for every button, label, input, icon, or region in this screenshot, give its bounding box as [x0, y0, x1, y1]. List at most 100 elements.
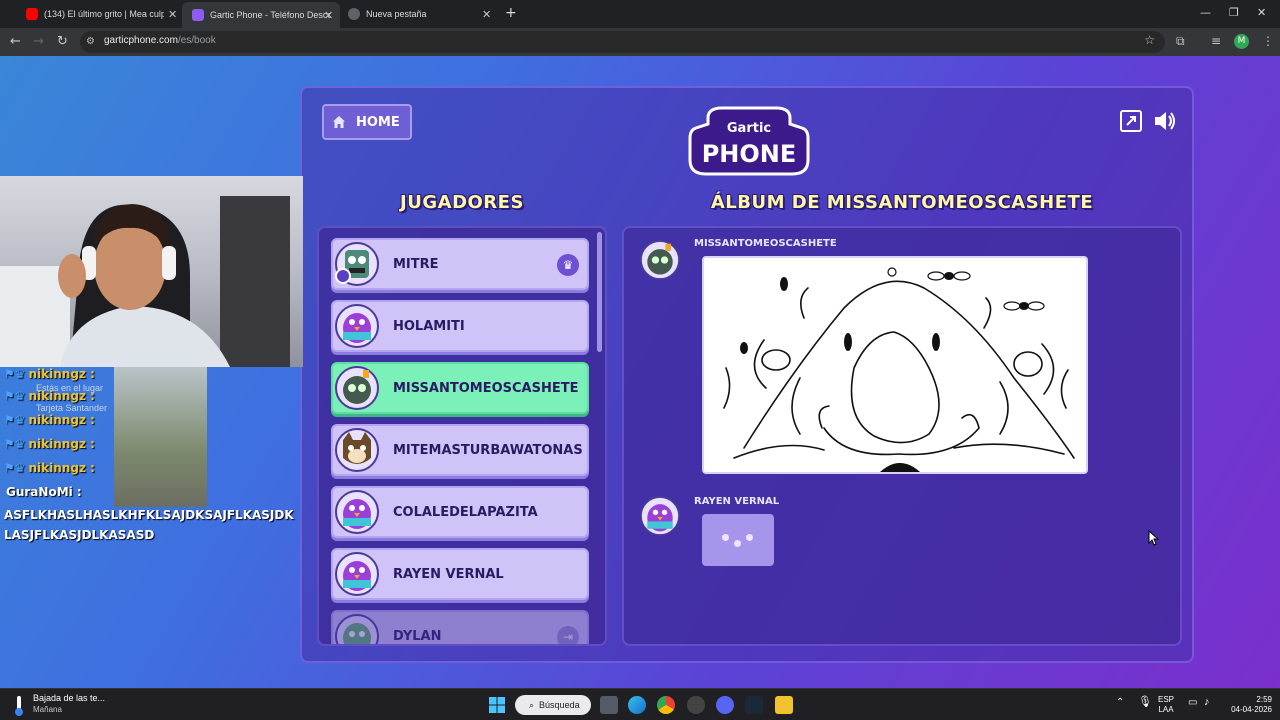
- player-avatar-icon: [335, 304, 379, 348]
- tab-title: (134) El último grito | Mea culpa: [44, 9, 164, 19]
- fullscreen-icon[interactable]: [1118, 108, 1144, 134]
- browser-menu-icon[interactable]: ⋮: [1262, 34, 1274, 48]
- browser-toolbar: ← → ↻ ⚙ garticphone.com/es/book ☆ ⧉ ≡ ⋮: [0, 28, 1280, 56]
- forward-arrow-icon[interactable]: →: [33, 34, 44, 49]
- tab-youtube[interactable]: (134) El último grito | Mea culpa ✕: [26, 4, 177, 24]
- game-stage: HOME Gartic PHONE JUGADORES ÁLBUM DE MIS…: [300, 86, 1194, 663]
- chat-line: ⚑♛ nikinngz :: [4, 413, 95, 427]
- badge-icon: ⚑♛: [4, 461, 26, 475]
- search-label: Búsqueda: [539, 700, 580, 710]
- extensions-icon[interactable]: ⧉: [1176, 34, 1185, 49]
- gartic-page: HOME Gartic PHONE JUGADORES ÁLBUM DE MIS…: [0, 56, 1280, 688]
- site-info-icon[interactable]: ⚙: [86, 36, 98, 48]
- player-avatar-icon: [335, 614, 379, 644]
- network-icon[interactable]: ▭: [1188, 698, 1197, 708]
- badge-icon: ⚑♛: [4, 413, 26, 427]
- windows-start-icon[interactable]: [488, 696, 506, 714]
- players-scrollbar[interactable]: [597, 232, 602, 352]
- bookmark-star-icon[interactable]: ☆: [1144, 33, 1155, 47]
- player-avatar-icon: [335, 552, 379, 596]
- youtube-icon: [26, 8, 38, 20]
- house-icon: [333, 116, 345, 128]
- discord-icon[interactable]: [716, 696, 734, 714]
- tab-title: Nueva pestaña: [366, 9, 427, 19]
- tab-new-tab[interactable]: Nueva pestaña ✕: [348, 4, 498, 24]
- close-window-icon[interactable]: ✕: [1257, 6, 1266, 19]
- player-item-holamiti[interactable]: HOLAMITI: [331, 300, 589, 352]
- exit-icon: ⇥: [557, 626, 579, 644]
- typing-indicator: [702, 514, 774, 566]
- home-button[interactable]: HOME: [322, 104, 412, 140]
- steam-icon[interactable]: [745, 696, 763, 714]
- badge-icon: ⚑♛: [4, 367, 26, 381]
- tab-gartic-phone[interactable]: Gartic Phone - Teléfono Descom ✕: [182, 2, 340, 28]
- taskbar-search[interactable]: ⌕ Búsqueda: [515, 695, 591, 715]
- players-list[interactable]: MITRE ♛ HOLAMITI MISSANTOMEOSCASHETE MIT…: [317, 226, 607, 646]
- chat-line: ⚑♛ nikinngz :: [4, 437, 95, 451]
- player-avatar-icon: [335, 490, 379, 534]
- author-avatar-icon: [640, 240, 680, 280]
- close-tab-icon[interactable]: ✕: [324, 9, 333, 22]
- album-title: ÁLBUM DE MISSANTOMEOSCASHETE: [710, 192, 1094, 213]
- chrome-icon: [348, 8, 360, 20]
- clock[interactable]: 2:59 04-04-2026: [1222, 695, 1272, 715]
- stream-chat-overlay: ⚑♛ nikinngz : Estás en el lugar ⚑♛ nikinng…: [0, 367, 300, 547]
- chat-faint-text: Tarjeta Santander: [36, 403, 108, 413]
- drawing-image: [702, 256, 1088, 474]
- back-arrow-icon[interactable]: ←: [10, 34, 21, 49]
- gartic-favicon-icon: [192, 9, 204, 21]
- player-avatar-icon: [335, 366, 379, 410]
- new-tab-plus-icon[interactable]: +: [505, 5, 517, 21]
- blobfish-drawing: [723, 267, 1075, 472]
- weather-subtitle: Mañana: [33, 705, 62, 714]
- minimize-icon[interactable]: —: [1200, 6, 1211, 19]
- player-name: COLALEDELAPAZITA: [393, 504, 538, 520]
- logo-phone-text: PHONE: [702, 140, 797, 168]
- weather-title: Bajada de las te...: [33, 693, 106, 703]
- obs-icon[interactable]: [687, 696, 705, 714]
- chat-username: GuraNoMi :: [6, 485, 82, 499]
- player-avatar-icon: [335, 428, 379, 472]
- mouse-cursor-icon: [1148, 530, 1160, 546]
- gartic-phone-logo: Gartic PHONE: [688, 106, 810, 176]
- file-explorer-icon[interactable]: [775, 696, 793, 714]
- volume-icon[interactable]: [1152, 108, 1178, 134]
- microphone-icon[interactable]: 🎙: [1138, 697, 1152, 708]
- profile-avatar[interactable]: M: [1234, 34, 1249, 49]
- player-item-dylan[interactable]: DYLAN ⇥: [331, 610, 589, 644]
- media-control-icon[interactable]: ≡: [1211, 34, 1221, 48]
- close-tab-icon[interactable]: ✕: [168, 8, 177, 21]
- crown-icon: ♛: [557, 254, 579, 276]
- player-item-missantomeoscashete[interactable]: MISSANTOMEOSCASHETE: [331, 362, 589, 414]
- host-badge-icon: [335, 268, 351, 284]
- player-item-rayen-vernal[interactable]: RAYEN VERNAL: [331, 548, 589, 600]
- chat-message: ASFLKHASLHASLKHFKLSAJDKSAJFLKASJDKLASJFL…: [4, 508, 294, 542]
- restore-icon[interactable]: ❐: [1229, 6, 1239, 19]
- chat-line: ⚑♛ nikinngz :: [4, 461, 95, 475]
- url-text: garticphone.com/es/book: [104, 35, 216, 46]
- player-name: MISSANTOMEOSCASHETE: [393, 380, 579, 396]
- player-name: RAYEN VERNAL: [393, 566, 504, 582]
- close-tab-icon[interactable]: ✕: [482, 8, 491, 21]
- reload-icon[interactable]: ↻: [57, 34, 68, 49]
- player-item-mitre[interactable]: MITRE ♛: [331, 238, 589, 290]
- entry-author-name: MISSANTOMEOSCASHETE: [694, 238, 837, 249]
- album-panel: MISSANTOMEOSCASHETE RAYEN VERNAL: [622, 226, 1182, 646]
- speaker-icon[interactable]: ♪: [1204, 697, 1210, 708]
- tab-title: Gartic Phone - Teléfono Descom: [210, 10, 330, 20]
- players-title: JUGADORES: [400, 192, 524, 213]
- player-item-colaledelapazita[interactable]: COLALEDELAPAZITA: [331, 486, 589, 538]
- badge-icon: ⚑♛: [4, 389, 26, 403]
- task-view-icon[interactable]: [600, 696, 618, 714]
- author-avatar-icon: [640, 496, 680, 536]
- chrome-icon[interactable]: [657, 696, 675, 714]
- thermometer-icon: [15, 696, 23, 716]
- edge-icon[interactable]: [628, 696, 646, 714]
- player-item-mitemasturbawatonas[interactable]: MITEMASTURBAWATONAS: [331, 424, 589, 476]
- webcam-overlay: [0, 176, 303, 367]
- tray-overflow-icon[interactable]: ⌃: [1116, 698, 1124, 708]
- chat-ad-image: [114, 367, 207, 507]
- language-indicator[interactable]: ESP LAA: [1158, 695, 1174, 715]
- entry-author-name: RAYEN VERNAL: [694, 496, 780, 507]
- address-bar[interactable]: ⚙ garticphone.com/es/book ☆: [80, 31, 1165, 53]
